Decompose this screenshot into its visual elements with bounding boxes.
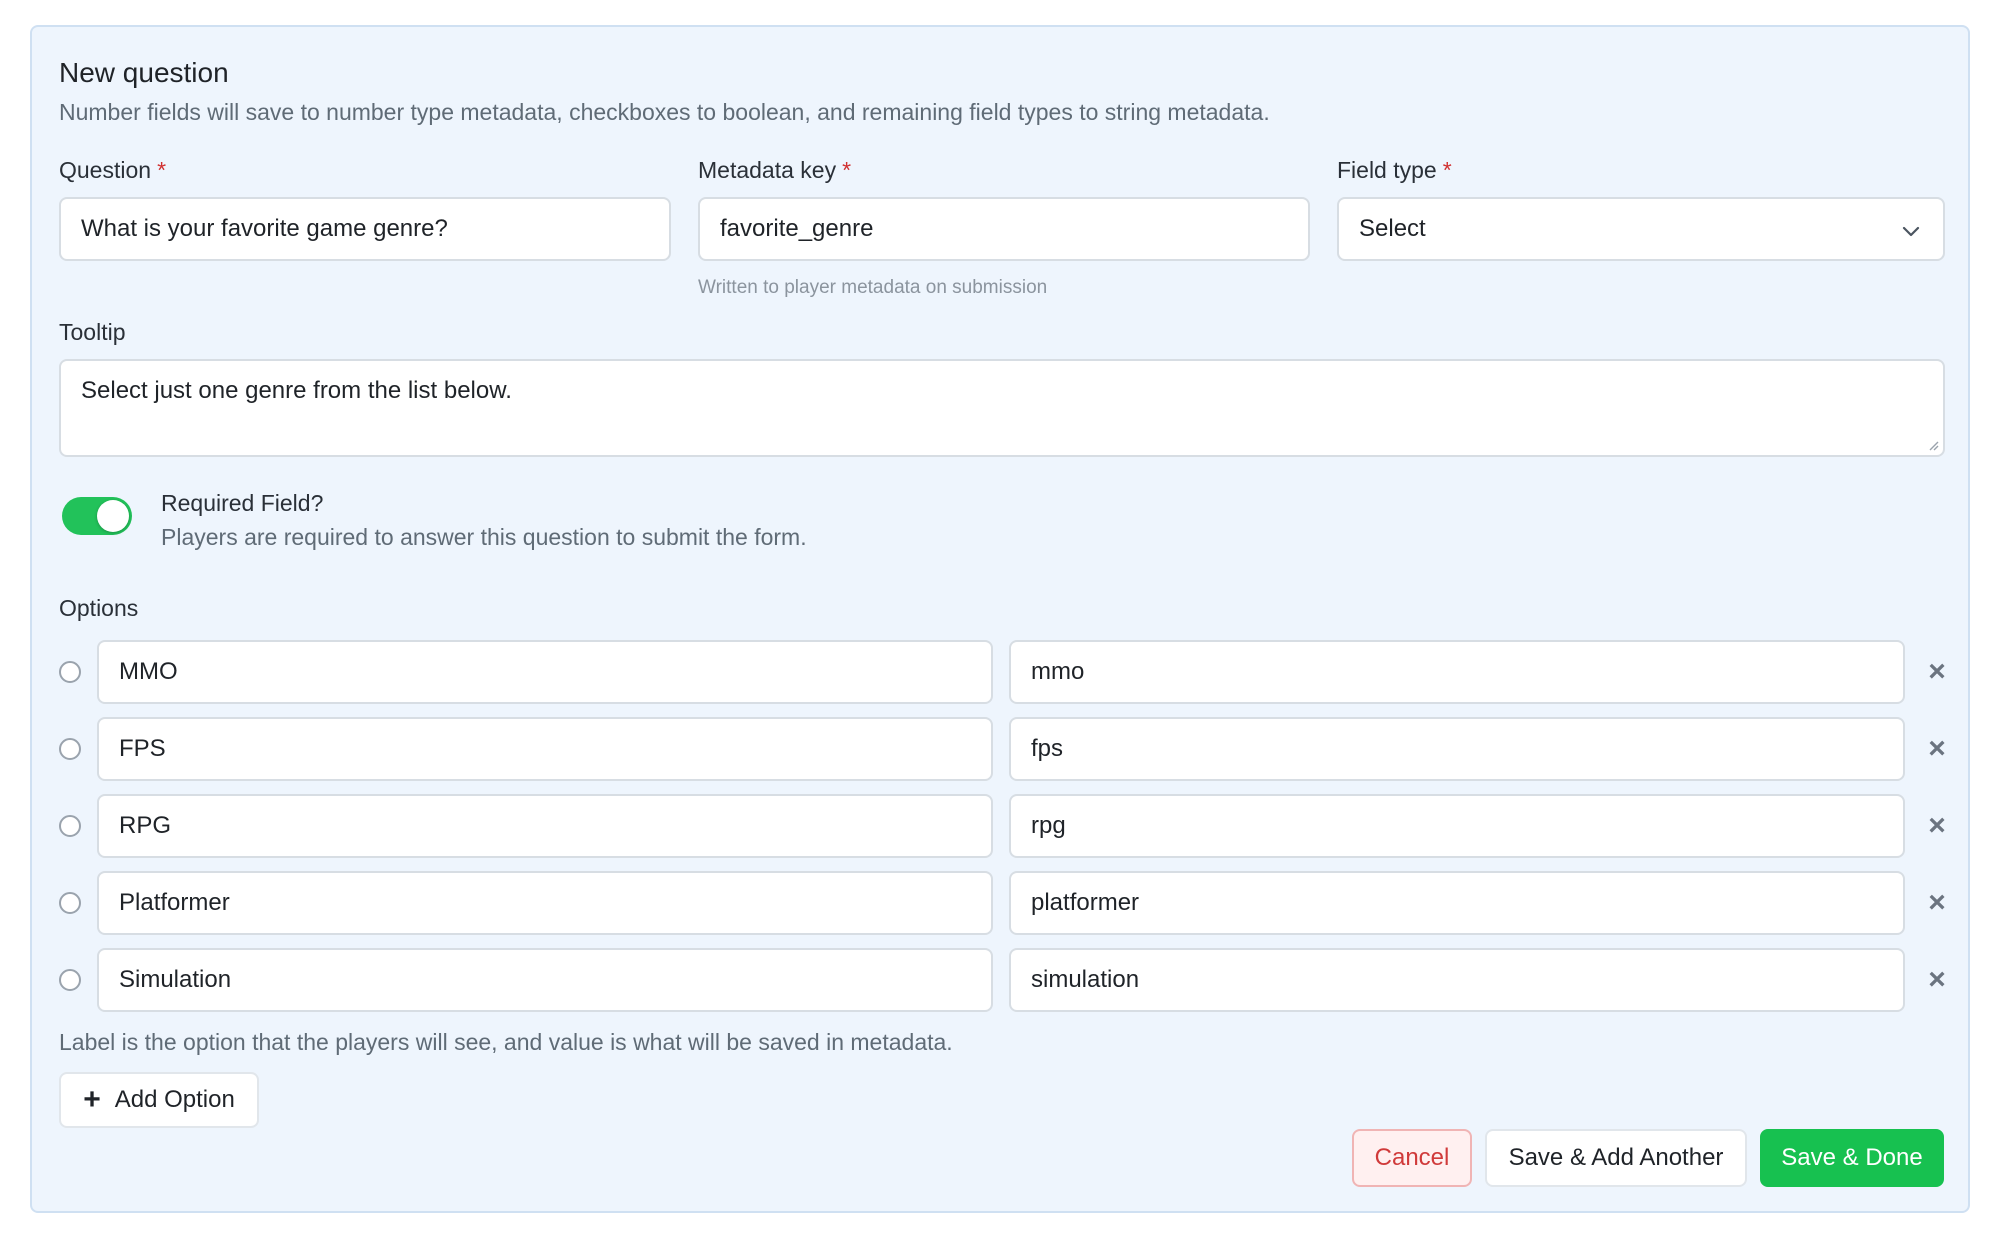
option-value-input[interactable]: fps [1009,717,1905,781]
plus-icon: + [83,1083,101,1116]
option-label-value: FPS [119,735,166,762]
new-question-card: New question Number fields will save to … [30,25,1970,1213]
close-icon[interactable]: × [1924,965,1950,995]
question-label: Question * [59,157,166,184]
metadata-key-hint: Written to player metadata on submission [698,277,1048,298]
question-input[interactable]: What is your favorite game genre? [59,197,671,261]
question-input-value: What is your favorite game genre? [81,215,448,242]
field-type-label: Field type * [1337,157,1452,184]
add-option-label: Add Option [114,1086,235,1113]
metadata-key-label: Metadata key * [698,157,851,184]
field-type-label-text: Field type [1337,157,1437,183]
option-default-radio[interactable] [59,892,81,914]
metadata-key-input-value: favorite_genre [720,215,874,242]
option-value-value: mmo [1031,658,1085,685]
required-asterisk: * [842,157,852,183]
option-label-value: Simulation [119,966,232,993]
option-default-radio[interactable] [59,969,81,991]
tooltip-label: Tooltip [59,319,126,345]
resize-handle-icon[interactable] [1927,439,1939,451]
option-value-value: rpg [1031,812,1066,839]
option-value-input[interactable]: simulation [1009,948,1905,1012]
field-type-select-value: Select [1359,215,1426,242]
option-value-value: platformer [1031,889,1140,916]
save-done-button[interactable]: Save & Done [1760,1129,1944,1187]
required-field-label: Required Field? [161,490,324,516]
chevron-down-icon [1902,226,1920,237]
option-value-input[interactable]: mmo [1009,640,1905,704]
option-default-radio[interactable] [59,815,81,837]
option-value-value: fps [1031,735,1064,762]
tooltip-textarea[interactable]: Select just one genre from the list belo… [59,359,1945,457]
required-field-description: Players are required to answer this ques… [161,524,807,550]
close-icon[interactable]: × [1924,657,1950,687]
option-label-input[interactable]: FPS [97,717,993,781]
add-option-button[interactable]: + Add Option [59,1072,259,1128]
options-hint: Label is the option that the players wil… [59,1029,953,1055]
metadata-key-label-text: Metadata key [698,157,837,183]
required-asterisk: * [1442,157,1452,183]
option-default-radio[interactable] [59,661,81,683]
option-label-input[interactable]: RPG [97,794,993,858]
option-label-input[interactable]: Simulation [97,948,993,1012]
field-type-select[interactable]: Select [1337,197,1945,261]
form-title: New question [59,57,229,88]
option-value-input[interactable]: rpg [1009,794,1905,858]
option-label-value: RPG [119,812,172,839]
option-label-value: MMO [119,658,178,685]
required-asterisk: * [157,157,167,183]
cancel-button[interactable]: Cancel [1352,1129,1472,1187]
save-add-another-button[interactable]: Save & Add Another [1485,1129,1747,1187]
tooltip-textarea-value: Select just one genre from the list belo… [81,377,512,404]
option-label-input[interactable]: MMO [97,640,993,704]
options-label: Options [59,595,139,621]
option-value-input[interactable]: platformer [1009,871,1905,935]
option-default-radio[interactable] [59,738,81,760]
close-icon[interactable]: × [1924,888,1950,918]
option-label-input[interactable]: Platformer [97,871,993,935]
close-icon[interactable]: × [1924,734,1950,764]
close-icon[interactable]: × [1924,811,1950,841]
option-label-value: Platformer [119,889,230,916]
required-field-toggle[interactable] [62,497,132,535]
toggle-knob [97,500,129,532]
form-subtitle: Number fields will save to number type m… [59,99,1270,125]
question-label-text: Question [59,157,152,183]
metadata-key-input[interactable]: favorite_genre [698,197,1310,261]
option-value-value: simulation [1031,966,1140,993]
